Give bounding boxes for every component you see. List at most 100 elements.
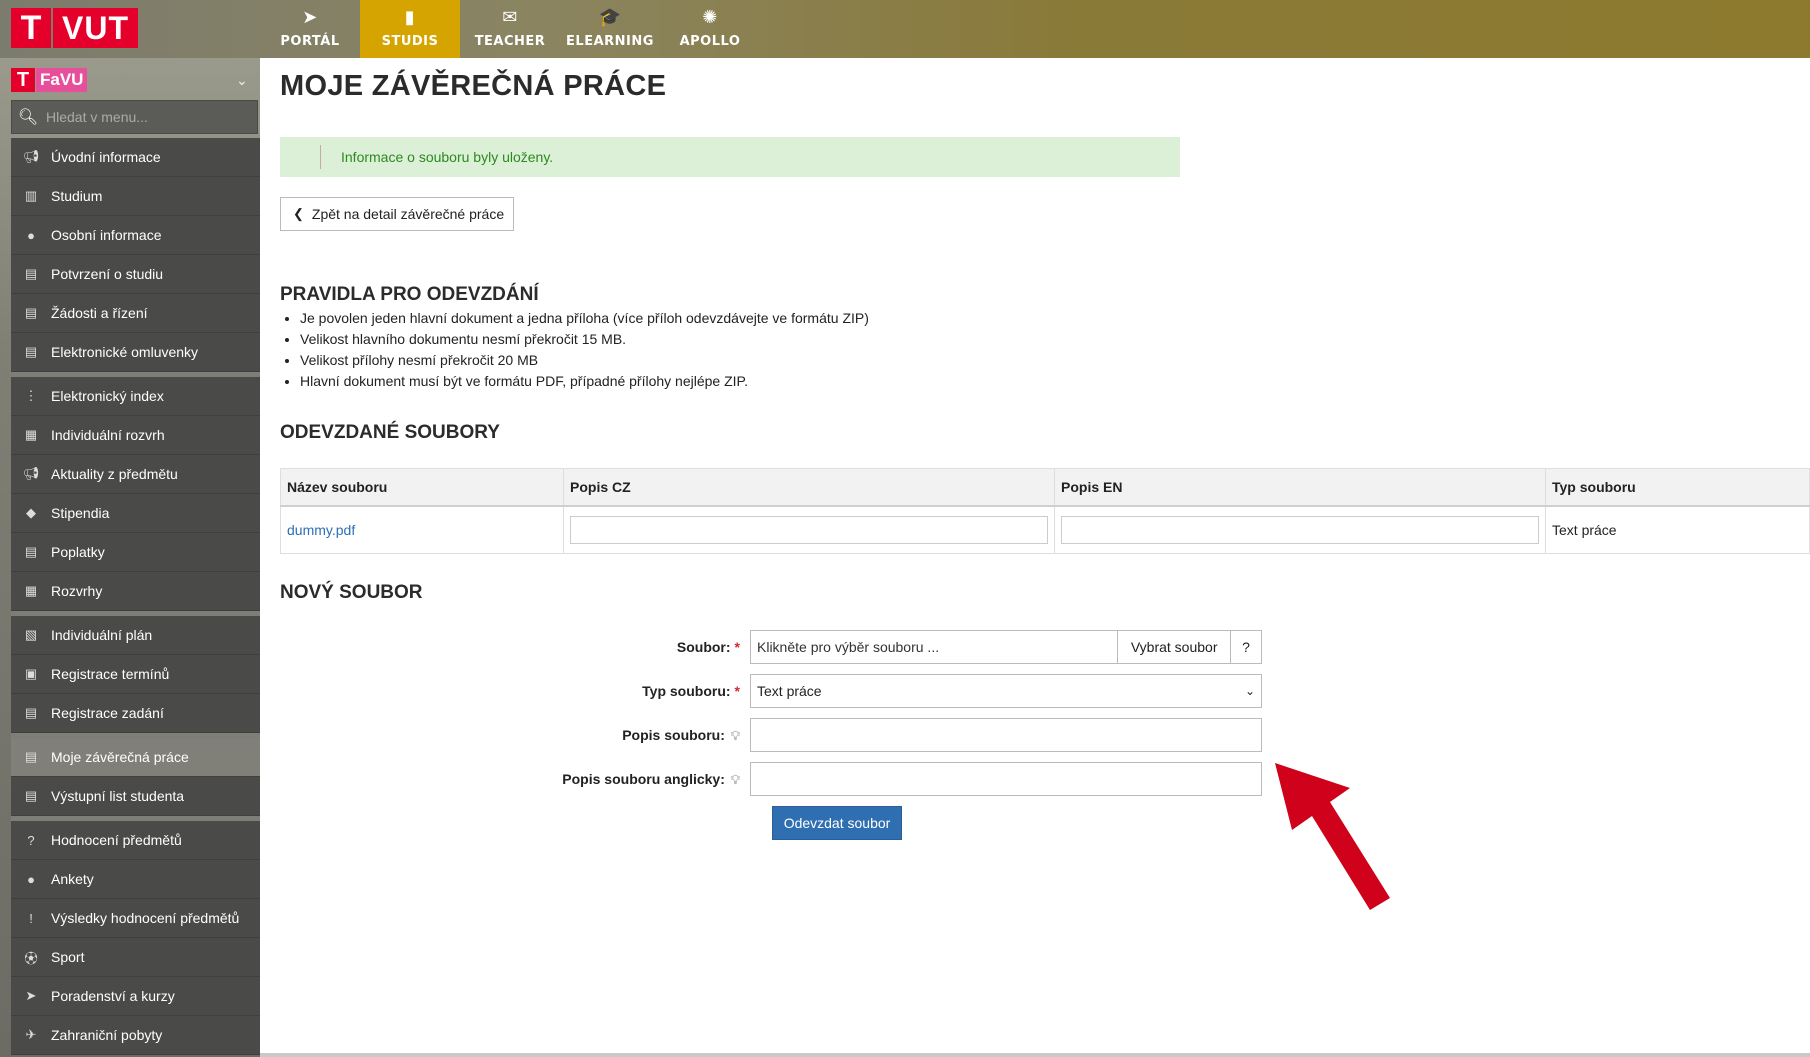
nav-label: PORTÁL	[280, 34, 340, 49]
sidebar-item[interactable]: ▤ Elektronické omluvenky	[11, 333, 260, 372]
description-en-label: Popis souboru anglicky: 💡︎	[562, 770, 740, 787]
chevron-down-icon[interactable]: ⌄	[236, 72, 248, 89]
new-file-heading: NOVÝ SOUBOR	[280, 582, 423, 603]
help-button[interactable]: ?	[1231, 639, 1261, 655]
list-item: Velikost hlavního dokumentu nesmí překro…	[300, 329, 869, 350]
file-picker: Klikněte pro výběr souboru ... Vybrat so…	[750, 630, 1262, 664]
document-icon: ▤	[24, 344, 38, 359]
user-icon: ●	[27, 227, 35, 243]
description-cz-input[interactable]	[570, 516, 1048, 544]
sidebar-item[interactable]: ▣ Registrace termínů	[11, 655, 260, 694]
menu-search-input[interactable]	[44, 108, 248, 126]
description-en-cell	[1054, 505, 1546, 554]
calendar-icon: ▦	[24, 427, 38, 442]
document-icon: ▤	[24, 305, 38, 320]
sidebar-item-label: Stipendia	[51, 505, 110, 521]
files-heading: ODEVZDANÉ SOUBORY	[280, 422, 500, 443]
books-icon: ▥	[24, 188, 38, 203]
lightbulb-icon: 💡︎	[730, 771, 740, 787]
document-icon: ▤	[24, 266, 38, 281]
sidebar-item[interactable]: ▤ Potvrzení o studiu	[11, 255, 260, 294]
description-en-input[interactable]	[750, 762, 1262, 796]
sidebar-item-label: Elektronické omluvenky	[51, 344, 199, 360]
nav-portal[interactable]: ➤ PORTÁL	[260, 0, 360, 58]
sidebar-item[interactable]: ▧ Individuální plán	[11, 616, 260, 655]
submit-file-button[interactable]: Odevzdat soubor	[772, 806, 902, 840]
sidebar-item[interactable]: ✈ Zahraniční pobyty	[11, 1016, 260, 1055]
sidebar-item[interactable]: ➤ Poradenství a kurzy	[11, 977, 260, 1016]
vut-logo[interactable]: T VUT	[11, 8, 138, 48]
files-table: Název souboru Popis CZ Popis EN Typ soub…	[280, 468, 1810, 554]
sidebar-item[interactable]: ● Osobní informace	[11, 216, 260, 255]
plan-icon: ▧	[24, 627, 38, 642]
nav-apollo[interactable]: ✺ APOLLO	[660, 0, 760, 58]
ball-icon: ⚽︎	[24, 950, 38, 966]
description-en-input[interactable]	[1061, 516, 1539, 544]
sidebar-item[interactable]: ▤ Poplatky	[11, 533, 260, 572]
description-row: Popis souboru: 💡︎	[280, 718, 1262, 752]
back-button-label: Zpět na detail závěrečné práce	[311, 206, 505, 222]
main-content: MOJE ZÁVĚREČNÁ PRÁCE Informace o souboru…	[260, 58, 1810, 1057]
red-arrow-annotation	[1275, 763, 1390, 910]
sidebar-item[interactable]: ▦ Rozvrhy	[11, 572, 260, 611]
list-item: Hlavní dokument musí být ve formátu PDF,…	[300, 371, 869, 392]
flame-icon: ✺	[702, 7, 718, 28]
sidebar-item-label: Sport	[51, 949, 85, 965]
column-header: Popis CZ	[563, 468, 1055, 507]
sidebar-item[interactable]: ▤ Registrace zadání	[11, 694, 260, 733]
nav-studis[interactable]: ▮ STUDIS	[360, 0, 460, 58]
nav-label: STUDIS	[381, 34, 439, 49]
sidebar-item[interactable]: ▥ Studium	[11, 177, 260, 216]
logo-t-mark: T	[11, 8, 51, 48]
clipboard-icon: ▣	[24, 666, 38, 681]
arrow-icon: ➤	[25, 988, 37, 1003]
file-path-field[interactable]: Klikněte pro výběr souboru ...	[751, 631, 1119, 663]
document-icon: ▤	[24, 705, 38, 720]
sidebar-item[interactable]: ● Ankety	[11, 860, 260, 899]
type-row: Typ souboru: * Text práce ⌄	[280, 674, 1262, 708]
sidebar-item[interactable]: ▤ Výstupní list studenta	[11, 777, 260, 816]
description-input[interactable]	[750, 718, 1262, 752]
chevron-down-icon: ⌄	[1244, 684, 1255, 698]
selected-value: Text práce	[757, 683, 822, 699]
briefcase-icon: ✉	[502, 7, 518, 28]
file-link[interactable]: dummy.pdf	[287, 522, 355, 538]
sidebar-item[interactable]: ? Hodnocení předmětů	[11, 821, 260, 860]
calendar-icon: ▦	[24, 583, 38, 598]
file-type-cell: Text práce	[1545, 505, 1810, 554]
column-header: Typ souboru	[1545, 468, 1810, 507]
sidebar-item-label: Výsledky hodnocení předmětů	[51, 910, 240, 926]
sidebar-item-label: Osobní informace	[51, 227, 162, 243]
required-mark: *	[734, 683, 740, 699]
nav-elearning[interactable]: 🎓 ELEARNING	[560, 0, 660, 58]
description-cz-cell	[563, 505, 1055, 554]
nav-label: APOLLO	[679, 34, 741, 49]
choose-file-button[interactable]: Vybrat soubor	[1118, 631, 1232, 663]
sidebar-item-label: Aktuality z předmětu	[51, 466, 178, 482]
sidebar-item[interactable]: ◆ Stipendia	[11, 494, 260, 533]
sidebar-item-label: Individuální plán	[51, 627, 153, 643]
sidebar-item[interactable]: ▤ Moje závěrečná práce	[11, 738, 260, 777]
megaphone-icon: 📢︎	[22, 149, 40, 164]
sidebar-item-label: Potvrzení o studiu	[51, 266, 164, 282]
sidebar-item-label: Zahraniční pobyty	[51, 1027, 163, 1043]
table-header-row: Název souboru Popis CZ Popis EN Typ soub…	[280, 468, 1810, 507]
sidebar-item[interactable]: ⚽︎ Sport	[11, 938, 260, 977]
sidebar-item[interactable]: 📢︎ Aktuality z předmětu	[11, 455, 260, 494]
nav-label: TEACHER	[474, 34, 546, 49]
list-item: Je povolen jeden hlavní dokument a jedna…	[300, 308, 869, 329]
sidebar-item[interactable]: ▦ Individuální rozvrh	[11, 416, 260, 455]
sidebar-item[interactable]: 📢︎ Úvodní informace	[11, 138, 260, 177]
paper-plane-icon: ➤	[302, 7, 318, 28]
nav-teacher[interactable]: ✉ TEACHER	[460, 0, 560, 58]
faculty-switcher[interactable]: T FaVU	[11, 68, 88, 92]
sidebar-item[interactable]: ▤ Žádosti a řízení	[11, 294, 260, 333]
sidebar-item[interactable]: ! Výsledky hodnocení předmětů	[11, 899, 260, 938]
index-icon: ⋮	[24, 388, 38, 403]
file-type-select[interactable]: Text práce ⌄	[750, 674, 1262, 708]
sidebar-item-label: Elektronický index	[51, 388, 164, 404]
sidebar-item[interactable]: ⋮ Elektronický index	[11, 377, 260, 416]
faculty-t-mark: T	[11, 68, 35, 92]
alert-icon: !	[29, 910, 33, 926]
back-button[interactable]: ❮ Zpět na detail závěrečné práce	[280, 197, 514, 231]
